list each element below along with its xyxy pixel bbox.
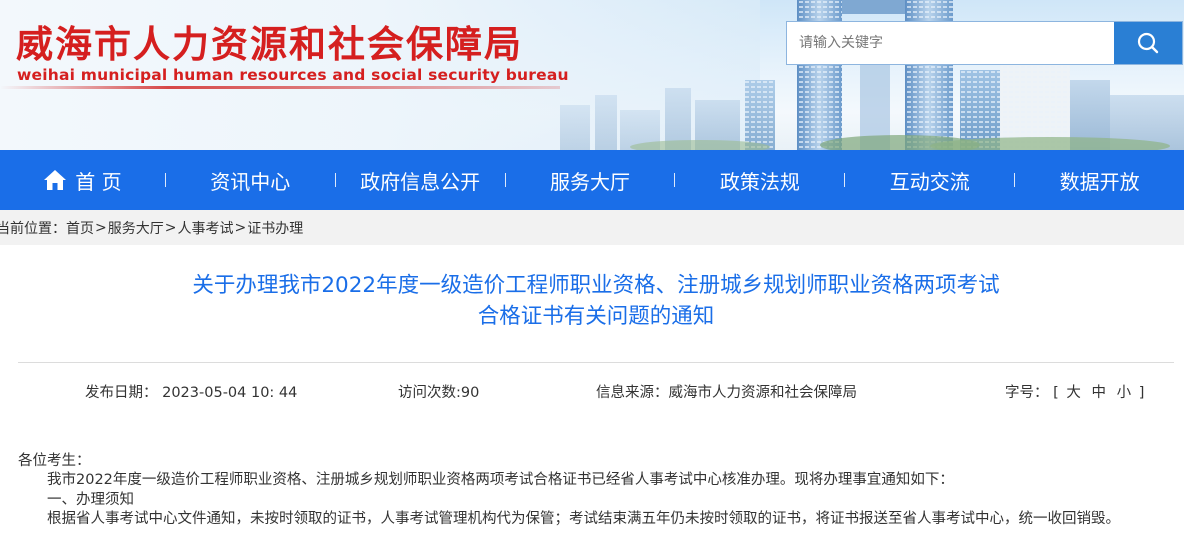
- font-size-large-link[interactable]: 大: [1066, 385, 1081, 401]
- nav-item-label: 首 页: [75, 169, 122, 194]
- nav-item-service-hall[interactable]: 服务大厅: [506, 150, 675, 210]
- breadcrumb-link-home[interactable]: 首页: [66, 218, 94, 238]
- main-nav: 首 页 资讯中心 政府信息公开 服务大厅 政策法规 互动交流 数据开放: [0, 150, 1184, 210]
- breadcrumb-link-service-hall[interactable]: 服务大厅: [108, 218, 164, 238]
- breadcrumb: 当前位置： 首页 > 服务大厅 > 人事考试 > 证书办理: [0, 210, 1184, 245]
- article-body: 各位考生： 我市2022年度一级造价工程师职业资格、注册城乡规划师职业资格两项考…: [18, 452, 1178, 529]
- nav-item-open-data[interactable]: 数据开放: [1015, 150, 1184, 210]
- article-salutation: 各位考生：: [18, 453, 91, 469]
- nav-item-news[interactable]: 资讯中心: [166, 150, 335, 210]
- font-size-bracket-open: [: [1053, 385, 1059, 401]
- breadcrumb-prefix: 当前位置：: [0, 220, 66, 237]
- article-title-line-2: 合格证书有关问题的通知: [477, 304, 715, 329]
- search-button[interactable]: [1114, 22, 1182, 64]
- font-size-switcher: 字号： [ 大 中 小 ]: [1005, 381, 1144, 402]
- breadcrumb-separator: >: [95, 219, 107, 236]
- nav-item-label: 数据开放: [1059, 169, 1140, 194]
- home-icon: [44, 170, 67, 190]
- article-section-heading: 一、办理须知: [47, 491, 134, 508]
- search-input[interactable]: [787, 22, 1114, 64]
- article-title: 关于办理我市2022年度一级造价工程师职业资格、注册城乡规划师职业资格两项考试 …: [18, 270, 1174, 332]
- search-icon: [1137, 32, 1159, 54]
- visit-count: 访问次数:90: [398, 385, 480, 401]
- nav-item-label: 资讯中心: [210, 169, 291, 194]
- nav-item-label: 政策法规: [719, 169, 800, 194]
- article-paragraph: 我市2022年度一级造价工程师职业资格、注册城乡规划师职业资格两项考试合格证书已…: [47, 472, 954, 489]
- nav-item-gov-info[interactable]: 政府信息公开: [336, 150, 505, 210]
- header-banner: 威海市人力资源和社会保障局 weihai municipal human res…: [0, 0, 1184, 150]
- search-box: [786, 21, 1183, 65]
- nav-item-label: 服务大厅: [550, 169, 630, 194]
- site-logo-title[interactable]: 威海市人力资源和社会保障局: [16, 14, 523, 68]
- article-title-line-1: 关于办理我市2022年度一级造价工程师职业资格、注册城乡规划师职业资格两项考试: [192, 273, 1000, 298]
- font-size-small-link[interactable]: 小: [1117, 385, 1132, 401]
- nav-item-policy[interactable]: 政策法规: [675, 150, 844, 210]
- font-size-label: 字号：: [1005, 385, 1049, 401]
- breadcrumb-separator: >: [234, 219, 247, 236]
- article-paragraph: 根据省人事考试中心文件通知，未按时领取的证书，人事考试管理机构代为保管；考试结束…: [47, 510, 1120, 527]
- publish-date: 发布日期： 2023-05-04 10: 44: [85, 385, 298, 401]
- nav-item-home[interactable]: 首 页: [0, 150, 165, 210]
- nav-item-interaction[interactable]: 互动交流: [845, 150, 1014, 210]
- breadcrumb-link-personnel-exam[interactable]: 人事考试: [177, 218, 233, 238]
- title-divider: [18, 362, 1174, 363]
- font-size-bracket-close: ]: [1138, 385, 1145, 401]
- logo-underline: [0, 86, 560, 89]
- breadcrumb-link-certificate[interactable]: 证书办理: [247, 218, 303, 238]
- info-source: 信息来源：威海市人力资源和社会保障局: [596, 385, 857, 401]
- font-size-medium-link[interactable]: 中: [1092, 385, 1107, 401]
- nav-item-label: 政府信息公开: [360, 169, 481, 194]
- breadcrumb-separator: >: [164, 219, 177, 236]
- nav-item-label: 互动交流: [889, 169, 970, 194]
- site-logo-subtitle[interactable]: weihai municipal human resources and soc…: [17, 66, 569, 84]
